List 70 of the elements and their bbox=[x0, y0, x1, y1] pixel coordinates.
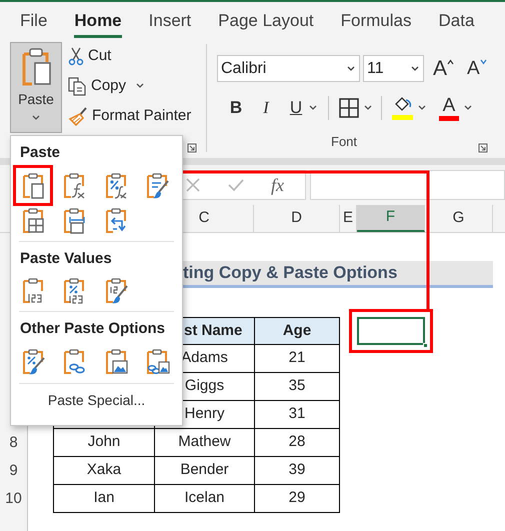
column-header[interactable]: F bbox=[357, 205, 425, 232]
caret-icon[interactable] bbox=[463, 104, 473, 112]
fill-color-icon[interactable] bbox=[392, 95, 414, 121]
clipboard-icon bbox=[20, 172, 46, 200]
clipboard-icon bbox=[20, 348, 46, 376]
paintbrush-icon bbox=[68, 106, 88, 126]
row-header[interactable]: 9 bbox=[0, 457, 27, 485]
table-cell: 31 bbox=[254, 401, 340, 429]
table-cell: Mathew bbox=[155, 429, 254, 457]
caret-icon bbox=[410, 64, 420, 72]
table-cell: Xaka bbox=[53, 457, 155, 485]
formula-input-field[interactable] bbox=[310, 170, 505, 200]
ribbon-tab[interactable]: Formulas bbox=[340, 10, 412, 38]
caret-icon bbox=[447, 58, 454, 64]
copy-icon bbox=[68, 76, 88, 96]
caret-icon bbox=[480, 58, 487, 64]
caret-icon bbox=[346, 64, 356, 72]
row-header[interactable]: 8 bbox=[0, 429, 27, 457]
group-label: Font bbox=[331, 133, 358, 151]
caret-icon[interactable] bbox=[417, 104, 427, 112]
section-title: Paste Values bbox=[20, 248, 113, 268]
column-header[interactable]: G bbox=[425, 205, 493, 232]
section-title: Paste bbox=[20, 143, 62, 163]
clipboard-icon bbox=[20, 206, 46, 234]
copy-button[interactable]: Copy bbox=[68, 75, 198, 97]
column-heading: Age bbox=[254, 317, 340, 345]
font-color-button[interactable]: A bbox=[439, 96, 459, 120]
sheet-title: ting Copy & Paste Options bbox=[183, 262, 398, 284]
table-cell: 39 bbox=[254, 457, 340, 485]
fill-handle[interactable] bbox=[423, 343, 428, 348]
table-cell: Icelan bbox=[155, 485, 254, 513]
shrink-font-button[interactable]: A bbox=[467, 56, 487, 80]
selected-cell[interactable] bbox=[357, 317, 425, 345]
ribbon-tab[interactable]: File bbox=[20, 10, 48, 38]
font-name-field[interactable]: Calibri bbox=[217, 55, 360, 82]
dialog-launcher-icon[interactable] bbox=[187, 143, 197, 153]
cut-button[interactable]: Cut bbox=[68, 45, 198, 67]
grow-font-button[interactable]: A bbox=[433, 56, 454, 80]
table-cell: 35 bbox=[254, 373, 340, 401]
table-cell: 29 bbox=[254, 485, 340, 513]
row-header[interactable]: 10 bbox=[0, 485, 27, 513]
ribbon-tab[interactable]: Data bbox=[438, 10, 474, 38]
underline-button[interactable]: U bbox=[285, 95, 307, 121]
clipboard-icon bbox=[20, 277, 46, 305]
paste-special-link[interactable]: Paste Special... bbox=[48, 390, 146, 410]
caret-icon[interactable] bbox=[308, 104, 318, 112]
italic-button[interactable]: I bbox=[255, 95, 277, 121]
caret-icon bbox=[135, 82, 146, 90]
caret-icon bbox=[31, 114, 41, 122]
table-cell: 28 bbox=[254, 429, 340, 457]
bold-button[interactable]: B bbox=[225, 95, 247, 121]
format-painter-button[interactable]: Format Painter bbox=[68, 105, 198, 127]
check-icon[interactable] bbox=[227, 177, 245, 193]
dialog-launcher-icon[interactable] bbox=[478, 143, 488, 153]
clipboard-icon bbox=[61, 348, 88, 376]
font-size-field[interactable]: 11 bbox=[363, 55, 424, 82]
ribbon-tab[interactable]: Insert bbox=[148, 10, 192, 38]
caret-icon[interactable] bbox=[363, 104, 373, 112]
borders-icon[interactable] bbox=[339, 98, 359, 118]
table-cell: 21 bbox=[254, 345, 340, 373]
clipboard-icon bbox=[61, 206, 88, 234]
table-cell: Bender bbox=[155, 457, 254, 485]
paste-button[interactable]: Paste bbox=[10, 42, 62, 133]
table-cell: Ian bbox=[53, 485, 155, 513]
table-cell: John bbox=[53, 429, 155, 457]
ribbon-tab[interactable]: Home bbox=[74, 10, 122, 38]
ribbon-tab[interactable]: Page Layout bbox=[218, 10, 314, 38]
insert-function-button[interactable]: fx bbox=[271, 172, 284, 198]
column-header[interactable]: D bbox=[254, 205, 340, 232]
scissors-icon bbox=[68, 46, 84, 66]
